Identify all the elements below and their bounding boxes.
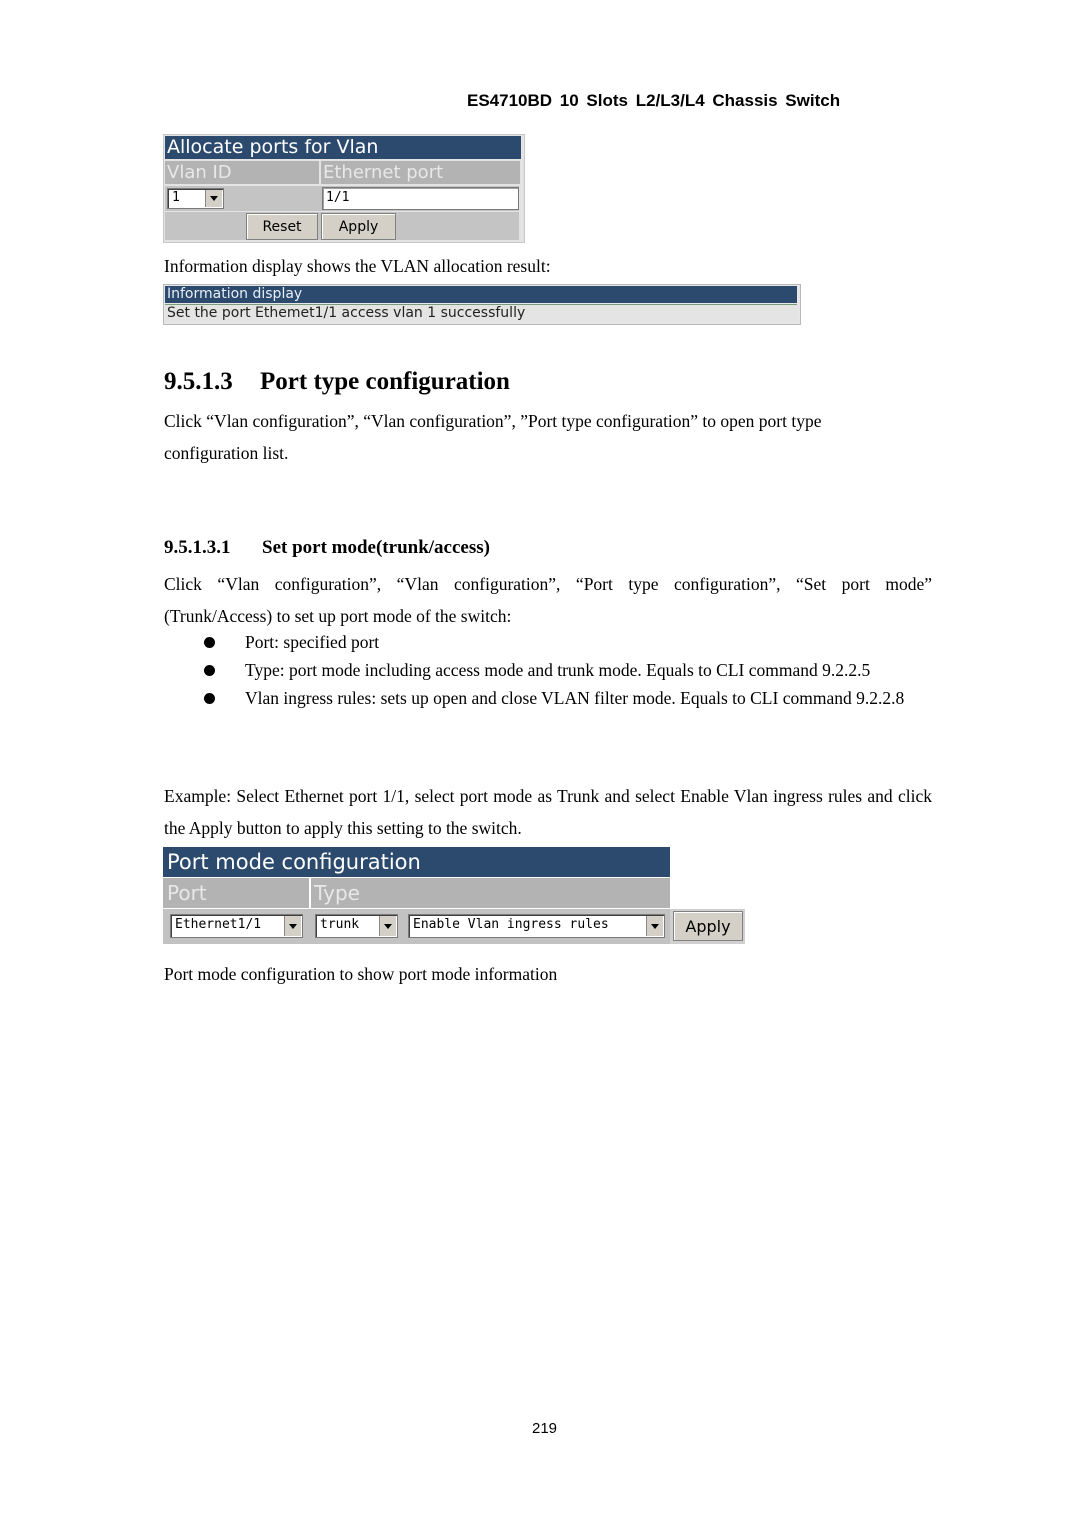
bullet-text: Type: port mode including access mode an… [245, 660, 871, 680]
bullet-list: Port: specified port Type: port mode inc… [164, 628, 932, 712]
subsection-heading: 9.5.1.3.1 Set port mode(trunk/access) [164, 537, 490, 559]
chevron-down-icon[interactable] [205, 190, 222, 207]
reset-button[interactable]: Reset [246, 213, 318, 240]
chevron-down-icon[interactable] [379, 916, 396, 936]
type-select[interactable]: trunk [315, 914, 398, 938]
information-display-title: Information display [165, 286, 797, 303]
column-header-ethernet-port: Ethernet port [321, 161, 520, 184]
ethernet-port-value: 1/1 [326, 190, 350, 205]
panel-title: Allocate ports for Vlan [165, 136, 521, 159]
subsection-title: Set port mode(trunk/access) [262, 537, 490, 558]
port-mode-title: Port mode configuration [163, 847, 670, 877]
bullet-icon [204, 637, 215, 648]
info-intro-text: Information display shows the VLAN alloc… [164, 256, 551, 276]
ingress-rules-value: Enable Vlan ingress rules [413, 917, 609, 932]
bullet-icon [204, 693, 215, 704]
bullet-text: Vlan ingress rules: sets up open and clo… [245, 688, 905, 708]
subsection-intro: Click “Vlan configuration”, “Vlan config… [164, 574, 932, 626]
vlan-id-select[interactable]: 1 [167, 188, 224, 209]
chevron-down-icon[interactable] [284, 916, 301, 936]
column-header-vlan-id: Vlan ID [165, 161, 319, 184]
running-header: ES4710BD 10 Slots L2/L3/L4 Chassis Switc… [467, 91, 841, 110]
chevron-down-icon[interactable] [646, 916, 663, 936]
column-header-ingress [404, 878, 670, 908]
section-intro-line-1: Click “Vlan configuration”, “Vlan config… [164, 411, 822, 431]
apply-button[interactable]: Apply [321, 213, 396, 240]
section-number: 9.5.1.3 [164, 368, 233, 395]
page-number: 219 [532, 1420, 558, 1437]
bullet-text: Port: specified port [245, 632, 380, 652]
information-display-panel: Information display Set the port Ethemet… [163, 284, 801, 325]
vlan-id-value: 1 [172, 190, 180, 205]
port-mode-panel: Port mode configuration Port Type Ethern… [163, 847, 745, 944]
subsection-number: 9.5.1.3.1 [164, 537, 231, 558]
example-text: Example: Select Ethernet port 1/1, selec… [164, 786, 932, 838]
caption-text: Port mode configuration to show port mod… [164, 964, 558, 984]
bullet-icon [204, 665, 215, 676]
bullet-item: Type: port mode including access mode an… [164, 656, 932, 684]
apply-button[interactable]: Apply [673, 911, 743, 941]
port-select[interactable]: Ethernet1/1 [170, 914, 303, 938]
ingress-rules-select[interactable]: Enable Vlan ingress rules [408, 914, 665, 938]
column-header-port: Port [163, 878, 309, 908]
section-heading: 9.5.1.3 Port type configuration [164, 368, 510, 396]
bullet-item: Port: specified port [164, 628, 932, 656]
section-intro-line-2: configuration list. [164, 443, 289, 463]
allocate-ports-panel: Allocate ports for Vlan Vlan ID Ethernet… [163, 134, 525, 243]
ethernet-port-input[interactable]: 1/1 [322, 187, 519, 210]
type-value: trunk [320, 917, 360, 932]
port-value: Ethernet1/1 [175, 917, 262, 932]
section-title: Port type configuration [260, 368, 510, 395]
bullet-item: Vlan ingress rules: sets up open and clo… [164, 684, 932, 712]
column-header-type: Type [311, 878, 404, 908]
information-message: Set the port Ethemet1/1 access vlan 1 su… [165, 305, 797, 322]
